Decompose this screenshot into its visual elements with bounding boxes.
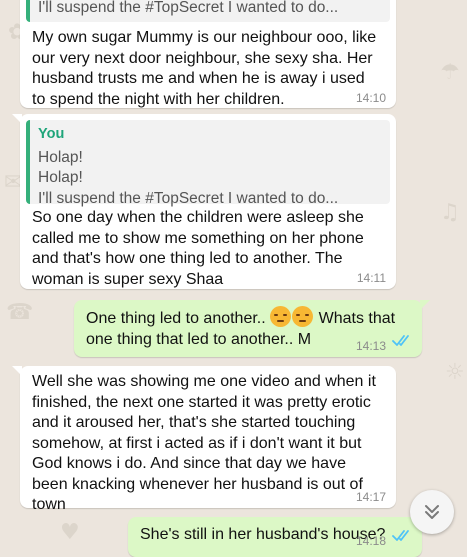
quoted-line: Holap! — [38, 148, 83, 166]
double-check-icon — [392, 334, 414, 355]
message-text: Well she was showing me one video and wh… — [32, 373, 376, 513]
bubble-tail — [12, 366, 22, 376]
quoted-line: Holap! — [38, 169, 83, 186]
unamused-face-emoji — [292, 306, 314, 327]
message-timestamp: 14:18 — [355, 534, 386, 548]
double-check-icon — [392, 529, 414, 550]
message-text: My own sugar Mummy is our neighbour ooo,… — [32, 29, 377, 108]
quoted-message[interactable]: I'll suspend the #TopSecret I wanted to … — [26, 0, 390, 22]
message-bubble-incoming[interactable]: You Holap! Holap! I'll suspend the #TopS… — [12, 114, 396, 289]
quoted-line: I'll suspend the #TopSecret I wanted to … — [38, 0, 339, 16]
message-timestamp: 14:17 — [355, 490, 386, 504]
message-bubble-incoming[interactable]: I'll suspend the #TopSecret I wanted to … — [20, 0, 396, 108]
scroll-to-bottom-button[interactable] — [410, 490, 454, 534]
quoted-line: I'll suspend the #TopSecret I wanted to … — [38, 189, 339, 207]
bubble-tail — [12, 114, 22, 124]
message-timestamp: 14:10 — [355, 91, 386, 105]
unamused-face-emoji — [270, 306, 292, 327]
message-bubble-outgoing[interactable]: One thing led to another.. Whats that on… — [74, 300, 430, 357]
message-timestamp: 14:11 — [356, 271, 386, 285]
message-text-part: One thing led to another.. — [86, 310, 266, 327]
quoted-author: You — [38, 126, 65, 142]
quoted-message[interactable]: You Holap! Holap! I'll suspend the #TopS… — [26, 120, 390, 207]
message-text: So one day when the children were asleep… — [32, 209, 364, 288]
bubble-tail — [420, 300, 430, 310]
message-bubble-incoming[interactable]: Well she was showing me one video and wh… — [12, 366, 396, 513]
message-timestamp: 14:13 — [355, 339, 386, 353]
message-bubble-outgoing[interactable]: She's still in her husband's house? 14:1… — [128, 517, 430, 557]
chevron-double-down-icon — [422, 502, 442, 527]
